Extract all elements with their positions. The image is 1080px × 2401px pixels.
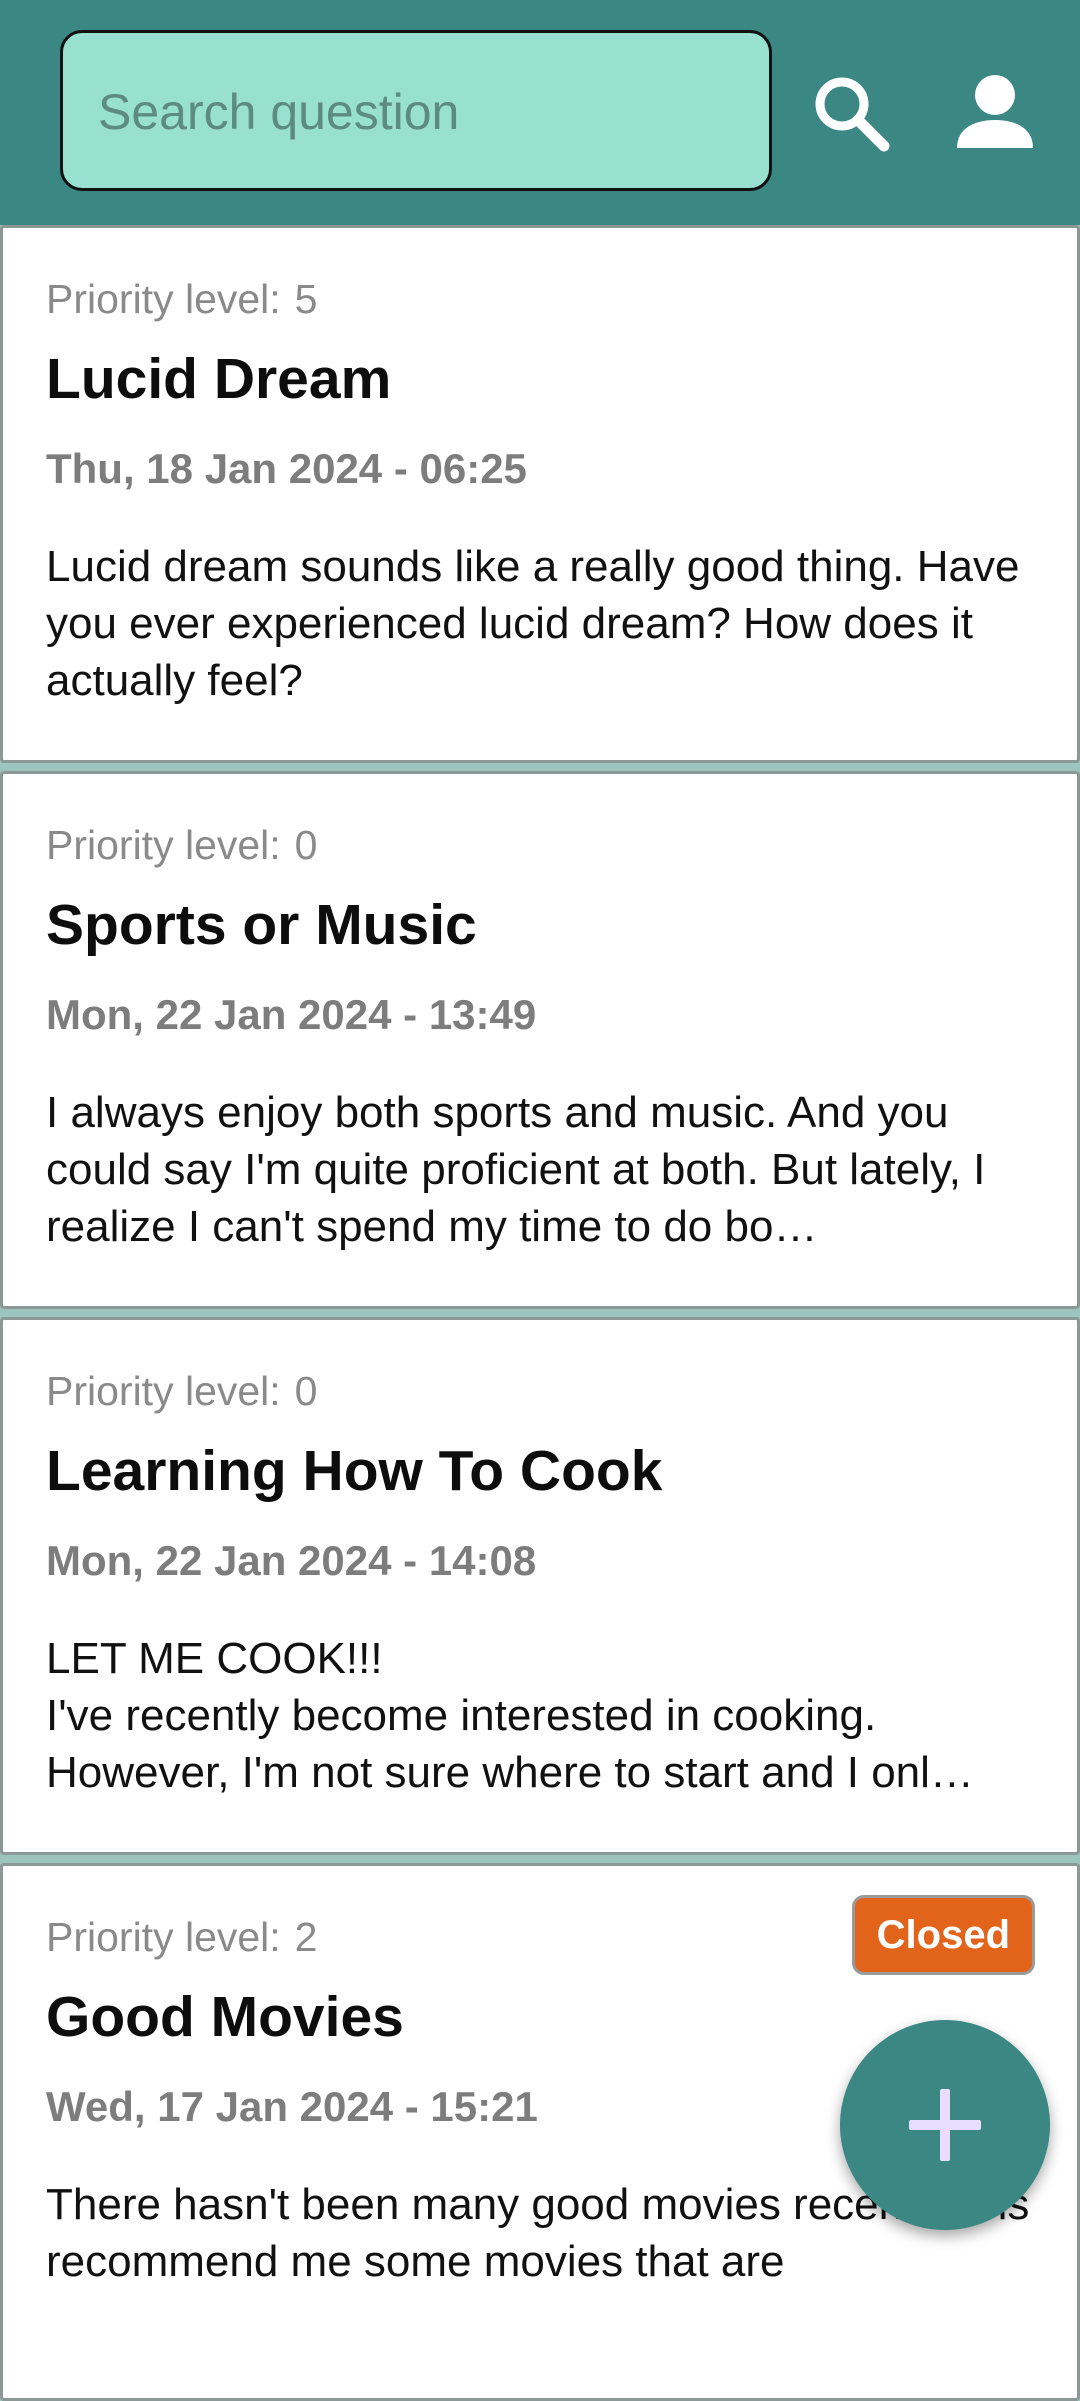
question-title: Good Movies — [46, 1985, 404, 2049]
priority-label: Priority level: — [46, 1368, 281, 1414]
question-title: Learning How To Cook — [46, 1439, 663, 1503]
search-box[interactable] — [60, 30, 772, 191]
priority-value: 5 — [294, 276, 318, 322]
question-body: I always enjoy both sports and music. An… — [46, 1088, 986, 1251]
question-card[interactable]: Priority level: 5 Lucid Dream Thu, 18 Jan… — [0, 225, 1080, 763]
question-date: Wed, 17 Jan 2024 - 15:21 — [46, 2083, 538, 2130]
plus-icon — [909, 2089, 981, 2161]
priority-label: Priority level: — [46, 276, 281, 322]
app-header — [0, 0, 1080, 225]
priority-level: Priority level: 5 — [46, 276, 317, 323]
priority-level: Priority level: 0 — [46, 1368, 317, 1415]
search-input[interactable] — [96, 33, 740, 190]
question-card[interactable]: Priority level: 0 Learning How To Cook Mo… — [0, 1317, 1080, 1855]
priority-value: 0 — [294, 1368, 318, 1414]
priority-level: Priority level: 0 — [46, 822, 317, 869]
priority-value: 2 — [294, 1914, 318, 1960]
question-card[interactable]: Priority level: 0 Sports or Music Mon, 22… — [0, 771, 1080, 1309]
priority-label: Priority level: — [46, 1914, 281, 1960]
question-title: Sports or Music — [46, 893, 477, 957]
search-icon[interactable] — [806, 68, 896, 158]
priority-label: Priority level: — [46, 822, 281, 868]
question-date: Thu, 18 Jan 2024 - 06:25 — [46, 445, 527, 492]
question-title: Lucid Dream — [46, 347, 392, 411]
question-body: Lucid dream sounds like a really good th… — [46, 542, 1020, 705]
question-date: Mon, 22 Jan 2024 - 14:08 — [46, 1537, 537, 1584]
question-body: LET ME COOK!!! I've recently become inte… — [46, 1634, 974, 1797]
status-badge: Closed — [851, 1895, 1035, 1975]
priority-level: Priority level: 2 — [46, 1914, 317, 1961]
account-icon[interactable] — [950, 68, 1040, 158]
priority-value: 0 — [294, 822, 318, 868]
question-date: Mon, 22 Jan 2024 - 13:49 — [46, 991, 537, 1038]
add-question-button[interactable] — [840, 2020, 1050, 2230]
